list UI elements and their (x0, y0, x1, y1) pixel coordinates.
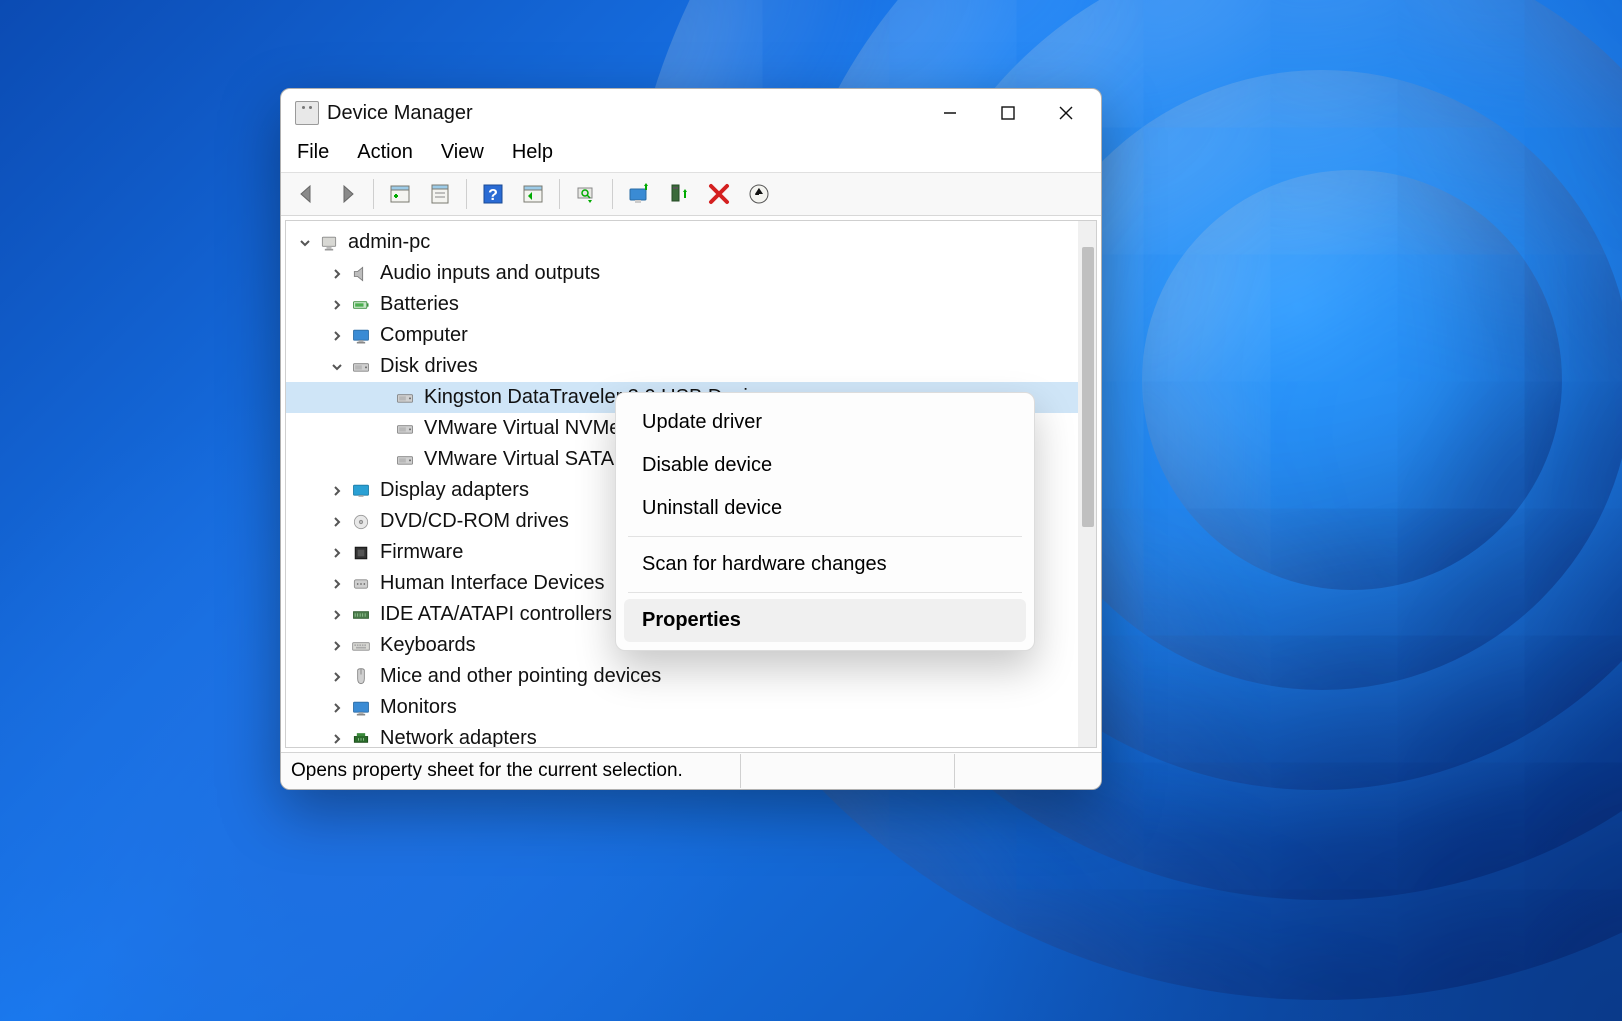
expander-icon[interactable] (328, 668, 346, 686)
battery-icon (350, 294, 372, 316)
cm-update-driver[interactable]: Update driver (624, 401, 1026, 444)
forward-button[interactable] (330, 177, 364, 211)
cm-separator (628, 592, 1022, 593)
display-adapter-icon (350, 480, 372, 502)
tree-category-label: Computer (380, 324, 468, 347)
tree-category[interactable]: Computer (286, 320, 1096, 351)
expander-icon[interactable] (328, 637, 346, 655)
tree-category-label: Disk drives (380, 355, 478, 378)
menu-file[interactable]: File (297, 141, 329, 164)
context-menu: Update driver Disable device Uninstall d… (615, 392, 1035, 651)
ide-icon (350, 604, 372, 626)
network-icon (350, 728, 372, 749)
tree-category-label: Firmware (380, 541, 463, 564)
tree-category-label: Human Interface Devices (380, 572, 605, 595)
update-driver-button[interactable] (622, 177, 656, 211)
speaker-icon (350, 263, 372, 285)
statusbar: Opens property sheet for the current sel… (281, 752, 1101, 789)
scrollbar-track[interactable] (1078, 221, 1096, 747)
tree-category[interactable]: Network adapters (286, 723, 1096, 748)
tree-category-label: Mice and other pointing devices (380, 665, 661, 688)
cm-uninstall-device[interactable]: Uninstall device (624, 487, 1026, 530)
toolbar: ? (281, 173, 1101, 216)
expander-icon[interactable] (328, 482, 346, 500)
hid-icon (350, 573, 372, 595)
tree-category[interactable]: Monitors (286, 692, 1096, 723)
cm-properties[interactable]: Properties (624, 599, 1026, 642)
firmware-icon (350, 542, 372, 564)
tree-category[interactable]: Batteries (286, 289, 1096, 320)
cm-separator (628, 536, 1022, 537)
disk-icon (394, 449, 416, 471)
expander-icon[interactable] (328, 575, 346, 593)
disk-icon (394, 387, 416, 409)
tree-category-label: Network adapters (380, 727, 537, 748)
keyboard-icon (350, 635, 372, 657)
optical-drive-icon (350, 511, 372, 533)
expander-icon[interactable] (328, 265, 346, 283)
tree-category-label: Batteries (380, 293, 459, 316)
minimize-button[interactable] (921, 91, 979, 135)
menu-help[interactable]: Help (512, 141, 553, 164)
window-title: Device Manager (327, 102, 473, 125)
expander-icon[interactable] (328, 296, 346, 314)
expander-icon[interactable] (296, 234, 314, 252)
status-text: Opens property sheet for the current sel… (291, 760, 683, 782)
expander-icon[interactable] (328, 730, 346, 748)
enable-device-button[interactable] (662, 177, 696, 211)
expander-icon[interactable] (328, 606, 346, 624)
show-hide-tree-button[interactable] (383, 177, 417, 211)
tree-category-label: IDE ATA/ATAPI controllers (380, 603, 612, 626)
scan-hardware-button[interactable] (569, 177, 603, 211)
titlebar[interactable]: Device Manager (281, 89, 1101, 137)
tree-category-label: DVD/CD-ROM drives (380, 510, 569, 533)
tree-category-label: Monitors (380, 696, 457, 719)
disk-icon (394, 418, 416, 440)
expander-icon[interactable] (328, 327, 346, 345)
tree-category[interactable]: Audio inputs and outputs (286, 258, 1096, 289)
expander-icon[interactable] (328, 513, 346, 531)
tree-category-label: Display adapters (380, 479, 529, 502)
close-button[interactable] (1037, 91, 1095, 135)
tree-category-label: Audio inputs and outputs (380, 262, 600, 285)
monitor-icon (350, 697, 372, 719)
expander-icon[interactable] (328, 358, 346, 376)
menu-view[interactable]: View (441, 141, 484, 164)
expander-icon[interactable] (328, 699, 346, 717)
monitor-icon (350, 325, 372, 347)
action-list-button[interactable] (516, 177, 550, 211)
tree-root-label: admin-pc (348, 231, 430, 254)
svg-text:?: ? (488, 187, 498, 204)
back-button[interactable] (290, 177, 324, 211)
maximize-button[interactable] (979, 91, 1037, 135)
events-button[interactable] (742, 177, 776, 211)
app-icon (295, 101, 319, 125)
cm-scan-hardware[interactable]: Scan for hardware changes (624, 543, 1026, 586)
tree-root[interactable]: admin-pc (286, 227, 1096, 258)
tree-category[interactable]: Disk drives (286, 351, 1096, 382)
help-button[interactable]: ? (476, 177, 510, 211)
properties-sheet-button[interactable] (423, 177, 457, 211)
tree-category-label: Keyboards (380, 634, 476, 657)
mouse-icon (350, 666, 372, 688)
disk-icon (350, 356, 372, 378)
menubar: File Action View Help (281, 137, 1101, 173)
expander-icon[interactable] (328, 544, 346, 562)
cm-disable-device[interactable]: Disable device (624, 444, 1026, 487)
uninstall-device-button[interactable] (702, 177, 736, 211)
computer-root-icon (318, 232, 340, 254)
scrollbar-thumb[interactable] (1082, 247, 1094, 527)
tree-category[interactable]: Mice and other pointing devices (286, 661, 1096, 692)
menu-action[interactable]: Action (357, 141, 413, 164)
